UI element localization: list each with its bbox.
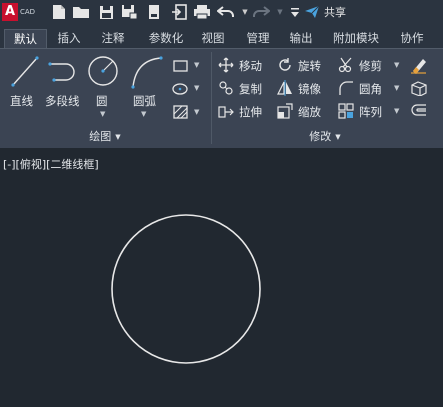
- tab-view[interactable]: 视图: [195, 29, 231, 48]
- ribbon-tabs: 默认 插入 注释 参数化 视图 管理 输出 附加模块 协作: [0, 26, 443, 48]
- copy-label: 复制: [239, 82, 262, 96]
- logo-letter: A: [2, 3, 18, 21]
- modify-panel-expand-icon: ▼: [335, 133, 341, 141]
- move-label: 移动: [239, 59, 262, 73]
- rotate-tool[interactable]: 旋转: [277, 57, 331, 73]
- move-tool[interactable]: 移动: [218, 57, 272, 73]
- circle-icon: [88, 56, 118, 86]
- line-label[interactable]: 直线: [10, 93, 33, 109]
- fillet-label: 圆角: [359, 82, 382, 96]
- polyline-tool[interactable]: [46, 56, 82, 90]
- tab-default[interactable]: 默认: [4, 29, 47, 48]
- copy-icon: [219, 81, 233, 95]
- autocad-window: { "app": { "logo_letter": "A", "logo_tex…: [0, 0, 443, 407]
- fillet-icon: [339, 81, 353, 95]
- save-as-icon[interactable]: [120, 3, 138, 21]
- mirror-tool[interactable]: 镜像: [277, 80, 331, 96]
- share-button[interactable]: 共享: [304, 3, 346, 21]
- cube-icon: [411, 81, 427, 97]
- arc-tool[interactable]: [128, 54, 164, 90]
- draw-panel-title[interactable]: 绘图 ▼: [60, 128, 150, 146]
- array-icon: [338, 103, 354, 119]
- trim-label: 修剪: [359, 59, 382, 73]
- explode-tool[interactable]: [410, 80, 430, 97]
- tab-addins[interactable]: 附加模块: [326, 29, 386, 48]
- stretch-tool[interactable]: 拉伸: [218, 103, 272, 119]
- drawing-canvas[interactable]: [0, 152, 443, 407]
- hatch-icon: [173, 105, 188, 119]
- circle-dropdown-icon[interactable]: ▼: [100, 110, 105, 118]
- trim-tool[interactable]: 修剪 ▼: [338, 57, 402, 73]
- tab-parametric[interactable]: 参数化: [140, 29, 192, 48]
- fillet-tool[interactable]: 圆角 ▼: [338, 80, 402, 96]
- polyline-label[interactable]: 多段线: [45, 93, 80, 109]
- tab-output[interactable]: 输出: [282, 29, 320, 48]
- viewport-controls-label[interactable]: [-][俯视][二维线框]: [3, 156, 99, 172]
- tab-annotate[interactable]: 注释: [93, 29, 133, 48]
- plot-preview-icon[interactable]: [145, 3, 163, 21]
- new-icon[interactable]: [50, 3, 68, 21]
- modify-panel-title-text: 修改: [309, 130, 332, 143]
- hatch-tool[interactable]: ▼: [172, 104, 200, 120]
- tab-insert[interactable]: 插入: [50, 29, 88, 48]
- circle-label[interactable]: 圆: [96, 93, 108, 109]
- rectangle-tool[interactable]: ▼: [172, 58, 200, 72]
- rectangle-icon: [173, 60, 188, 72]
- array-label: 阵列: [359, 105, 382, 119]
- print-icon[interactable]: [193, 3, 211, 21]
- move-icon: [218, 57, 234, 73]
- tab-collaborate[interactable]: 协作: [392, 29, 432, 48]
- polyline-icon: [48, 62, 75, 82]
- ellipse-dropdown-icon[interactable]: ▼: [194, 84, 199, 92]
- tab-manage[interactable]: 管理: [238, 29, 278, 48]
- erase-tool[interactable]: [410, 56, 430, 74]
- undo-icon[interactable]: [217, 3, 235, 21]
- draw-panel-title-text: 绘图: [89, 130, 112, 143]
- arc-label[interactable]: 圆弧: [133, 93, 156, 109]
- line-tool[interactable]: [8, 54, 42, 90]
- scale-tool[interactable]: 缩放: [277, 103, 331, 119]
- array-tool[interactable]: 阵列 ▼: [338, 103, 402, 119]
- ellipse-tool[interactable]: ▼: [172, 81, 200, 95]
- import-icon[interactable]: [170, 3, 188, 21]
- stretch-label: 拉伸: [239, 105, 262, 119]
- share-icon: [305, 5, 320, 18]
- mirror-label: 镜像: [298, 82, 321, 96]
- line-icon: [11, 56, 39, 87]
- trim-icon: [338, 57, 352, 73]
- eraser-icon: [411, 59, 426, 74]
- hatch-dropdown-icon[interactable]: ▼: [194, 108, 199, 116]
- app-logo[interactable]: A CAD: [2, 2, 40, 22]
- arc-icon: [131, 56, 163, 89]
- drawn-circle[interactable]: [111, 214, 261, 364]
- fillet-dropdown-icon[interactable]: ▼: [394, 84, 399, 92]
- trim-dropdown-icon[interactable]: ▼: [394, 61, 399, 69]
- open-icon[interactable]: [72, 3, 90, 21]
- offset-icon: [411, 104, 426, 116]
- copy-tool[interactable]: 复制: [218, 80, 272, 96]
- customize-dropdown-icon[interactable]: [286, 3, 304, 21]
- arc-dropdown-icon[interactable]: ▼: [141, 110, 146, 118]
- mirror-icon: [277, 80, 292, 96]
- rotate-icon: [279, 58, 291, 71]
- logo-text: CAD: [20, 8, 36, 16]
- panel-divider: [211, 52, 212, 144]
- rotate-label: 旋转: [298, 59, 321, 73]
- share-label: 共享: [324, 6, 346, 19]
- ellipse-icon: [172, 83, 188, 95]
- rectangle-dropdown-icon[interactable]: ▼: [194, 61, 199, 69]
- quick-access-toolbar: A CAD ▼ ▼ 共享: [0, 0, 443, 26]
- draw-panel-expand-icon: ▼: [115, 133, 121, 141]
- circle-tool[interactable]: [86, 54, 120, 88]
- redo-icon[interactable]: [252, 3, 270, 21]
- stretch-icon: [218, 106, 234, 118]
- scale-icon: [277, 103, 293, 119]
- scale-label: 缩放: [298, 105, 321, 119]
- save-icon[interactable]: [97, 3, 115, 21]
- modify-panel-title[interactable]: 修改 ▼: [280, 128, 370, 146]
- array-dropdown-icon[interactable]: ▼: [394, 107, 399, 115]
- offset-tool[interactable]: [410, 103, 430, 119]
